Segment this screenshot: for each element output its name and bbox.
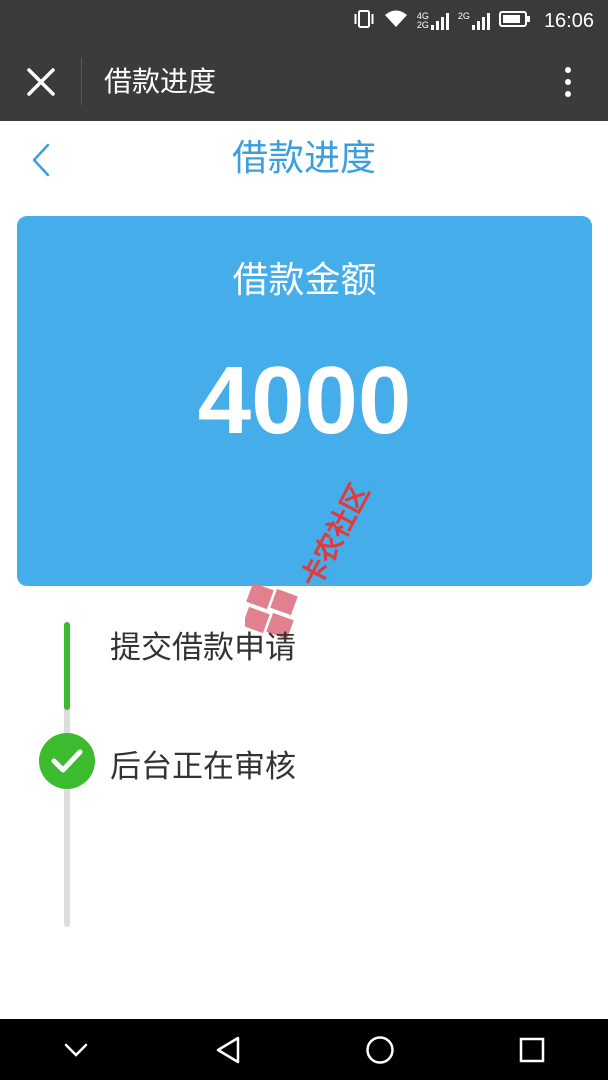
title-divider [81, 58, 82, 105]
hide-keyboard-button[interactable] [46, 1019, 106, 1080]
timeline-step-reviewing: 后台正在审核 [110, 749, 296, 785]
battery-icon [498, 10, 531, 32]
check-icon [51, 749, 83, 773]
vibrate-icon [353, 9, 375, 33]
signal-icon: 4G 2G [417, 12, 449, 30]
timeline-step-current-marker [39, 733, 95, 789]
signal-network-label: 2G [457, 11, 470, 21]
close-icon [27, 68, 55, 96]
loan-amount-value: 4000 [197, 347, 412, 454]
page-header: 借款进度 [0, 121, 608, 201]
nav-recents-button[interactable] [502, 1019, 562, 1080]
status-bar: 4G 2G 2G 16:06 [0, 0, 608, 42]
more-vertical-icon-dot [565, 79, 571, 85]
status-icons: 4G 2G 2G 16:06 [353, 9, 594, 33]
status-time: 16:06 [543, 9, 594, 32]
recents-square-icon [519, 1037, 545, 1062]
chevron-down-icon [64, 1043, 88, 1057]
more-vertical-icon [565, 67, 571, 73]
more-vertical-icon-dot [565, 91, 571, 97]
home-circle-icon [366, 1035, 394, 1064]
signal-network-label: 2G [416, 20, 429, 30]
back-triangle-icon [216, 1036, 240, 1063]
wifi-icon [384, 9, 408, 33]
more-options-button[interactable] [548, 60, 588, 104]
page-title: 借款进度 [231, 138, 376, 179]
timeline-progress [64, 622, 70, 710]
system-nav-bar [0, 1019, 608, 1080]
nav-home-button[interactable] [350, 1019, 410, 1080]
loan-amount-label: 借款金额 [232, 260, 377, 301]
app-title: 借款进度 [104, 65, 217, 98]
title-bar: 借款进度 [0, 42, 608, 121]
timeline-step-submitted: 提交借款申请 [110, 630, 296, 666]
nav-back-button[interactable] [198, 1019, 258, 1080]
signal-icon: 2G [458, 12, 490, 30]
close-button[interactable] [20, 61, 62, 103]
